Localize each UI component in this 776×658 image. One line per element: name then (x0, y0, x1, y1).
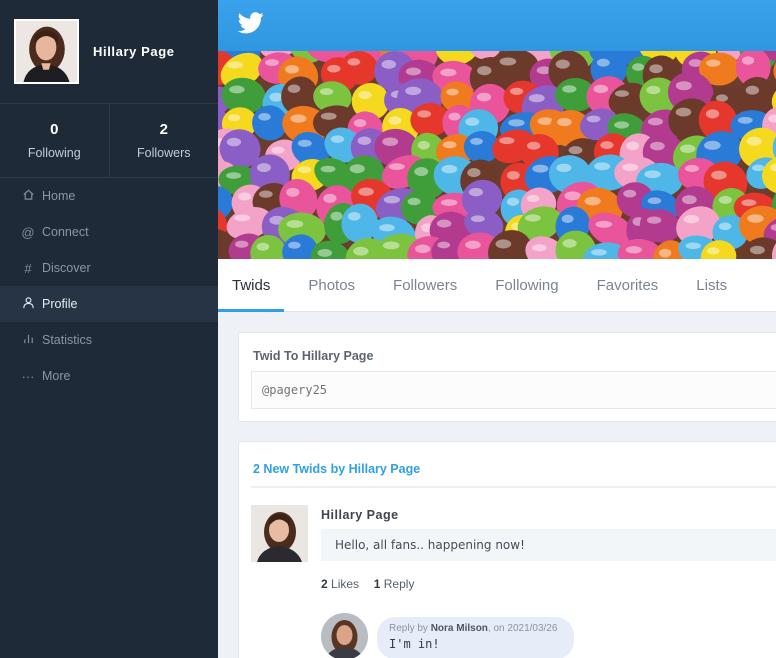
sidebar-item-profile[interactable]: Profile (0, 286, 218, 322)
twitter-bird-icon[interactable] (238, 12, 264, 34)
tab-lists[interactable]: Lists (682, 259, 741, 311)
compose-card: Twid To Hillary Page (238, 332, 776, 422)
sidebar-item-home[interactable]: Home (0, 178, 218, 214)
reply-date: , on 2021/03/26 (487, 623, 558, 634)
home-icon (20, 188, 36, 204)
likes-label: Likes (331, 577, 360, 591)
replies-label: Reply (383, 577, 415, 591)
reply-text: I'm in! (389, 637, 440, 651)
sidebar-item-label: Statistics (42, 333, 93, 347)
stat-followers-count: 2 (159, 121, 168, 138)
profile-tabs: Twids Photos Followers Following Favorit… (218, 259, 776, 312)
tab-photos[interactable]: Photos (294, 259, 369, 311)
sidebar-nav: Home @ Connect # Discover Profile Statis… (0, 178, 218, 394)
post-author[interactable]: Hillary Page (321, 508, 399, 522)
sidebar-item-label: Profile (42, 297, 78, 311)
reply-meta: Reply by Nora Milson, on 2021/03/26 (389, 623, 562, 634)
replies-link[interactable]: 1 Reply (374, 577, 415, 591)
at-icon: @ (21, 224, 35, 240)
profile-banner (218, 51, 776, 259)
sidebar-item-label: Discover (42, 261, 91, 275)
sidebar-item-label: Connect (42, 225, 89, 239)
tab-twids[interactable]: Twids (218, 259, 285, 312)
stat-following-count: 0 (50, 121, 59, 138)
likes-count: 2 (321, 577, 328, 591)
sidebar-item-statistics[interactable]: Statistics (0, 322, 218, 358)
candy-banner-image (218, 51, 776, 259)
sidebar-item-connect[interactable]: @ Connect (0, 214, 218, 250)
feed-divider (251, 486, 776, 488)
sidebar-item-label: Home (42, 189, 76, 203)
reply-bubble: Reply by Nora Milson, on 2021/03/26 I'm … (377, 617, 574, 658)
stat-followers-label: Followers (137, 146, 191, 160)
tab-following[interactable]: Following (481, 259, 572, 311)
compose-input[interactable] (251, 371, 776, 409)
profile-header: Hillary Page (0, 0, 218, 104)
reply-author[interactable]: Nora Milson (431, 623, 488, 634)
feed-title[interactable]: 2 New Twids by Hillary Page (253, 462, 420, 476)
post-author-avatar[interactable] (251, 505, 308, 562)
more-icon: ··· (21, 368, 35, 384)
sidebar: Hillary Page 0 Following 2 Followers Hom… (0, 0, 218, 658)
likes-link[interactable]: 2 Likes (321, 577, 359, 591)
stat-following[interactable]: 0 Following (0, 104, 109, 177)
stat-following-label: Following (27, 146, 81, 160)
reply-author-avatar[interactable] (321, 613, 368, 658)
replies-count: 1 (373, 577, 381, 591)
sidebar-item-more[interactable]: ··· More (0, 358, 218, 394)
sidebar-item-label: More (42, 369, 71, 383)
reply-prefix: Reply by (389, 623, 428, 634)
post-text: Hello, all fans.. happening now! (321, 529, 776, 561)
user-icon (20, 296, 36, 312)
feed-card: 2 New Twids by Hillary Page Hillary Page… (238, 441, 776, 658)
bar-chart-icon (20, 332, 36, 348)
sidebar-item-discover[interactable]: # Discover (0, 250, 218, 286)
hash-icon: # (24, 260, 32, 276)
tab-followers[interactable]: Followers (379, 259, 471, 311)
compose-title: Twid To Hillary Page (253, 349, 374, 363)
avatar[interactable] (14, 19, 79, 84)
stat-followers[interactable]: 2 Followers (108, 104, 219, 177)
post-meta: 2 Likes 1 Reply (321, 577, 414, 591)
profile-stats: 0 Following 2 Followers (0, 104, 218, 178)
profile-name[interactable]: Hillary Page (93, 44, 175, 59)
top-bar (218, 0, 776, 51)
tab-favorites[interactable]: Favorites (583, 259, 673, 311)
